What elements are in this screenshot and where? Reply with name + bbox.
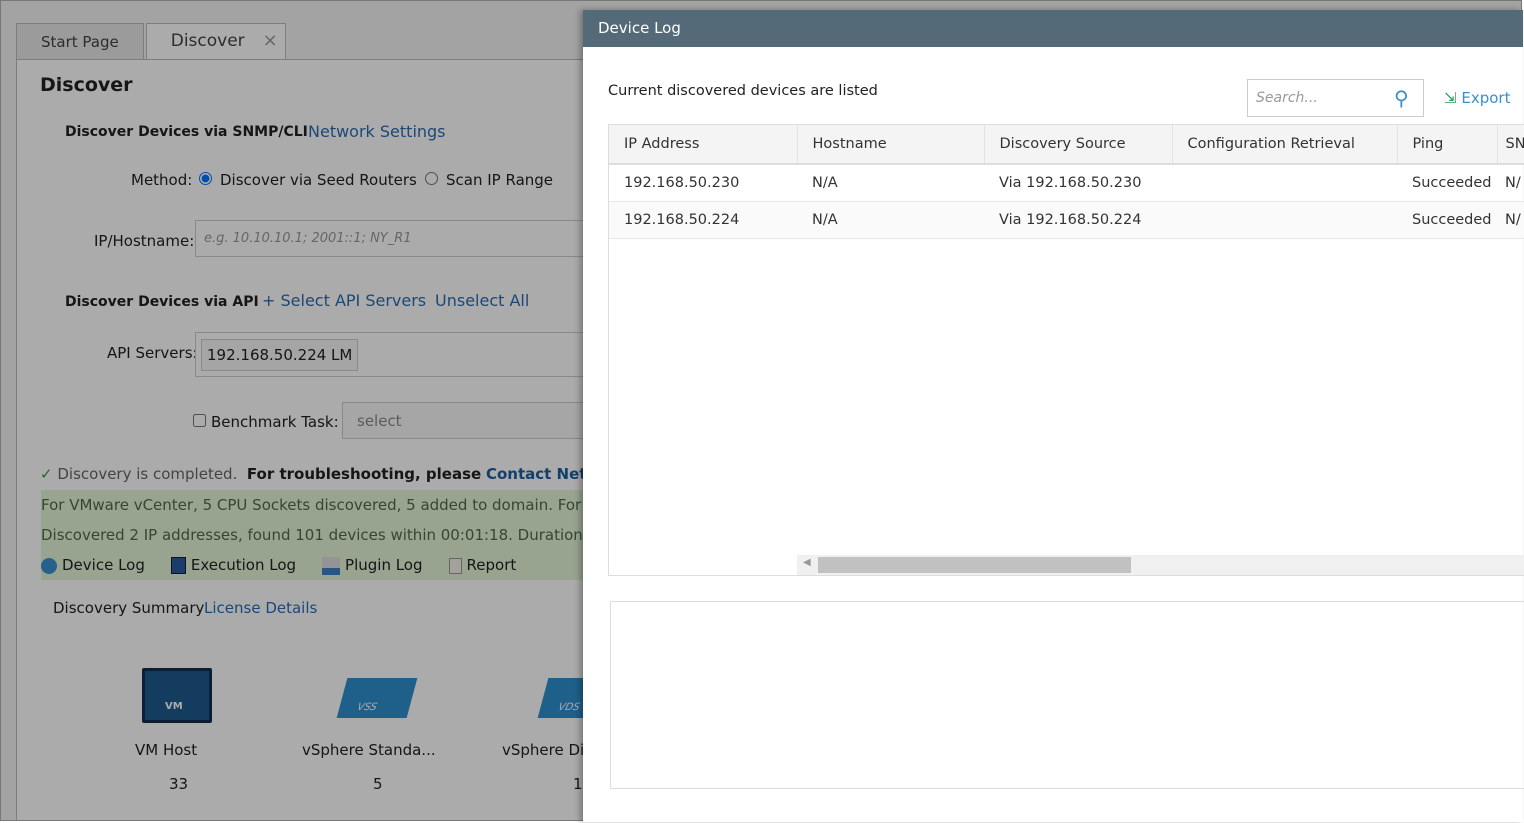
log-detail-panel: [610, 601, 1524, 789]
scroll-left-icon[interactable]: ◀: [803, 557, 811, 568]
search-placeholder: Search...: [1256, 90, 1318, 106]
cell-ip: 192.168.50.230: [609, 164, 797, 202]
cell-config: [1172, 201, 1397, 239]
cell-source: Via 192.168.50.230: [984, 164, 1172, 202]
cell-ping: Succeeded: [1397, 164, 1497, 202]
search-input[interactable]: Search... ⚲: [1247, 79, 1424, 117]
table-row[interactable]: 192.168.50.224 N/A Via 192.168.50.224 Su…: [609, 201, 1524, 239]
horizontal-scrollbar[interactable]: ◀: [797, 555, 1524, 575]
export-icon: ⇲: [1444, 89, 1457, 107]
col-config-retrieval[interactable]: Configuration Retrieval: [1172, 125, 1398, 165]
col-ip[interactable]: IP Address: [609, 125, 798, 165]
col-sn[interactable]: SN: [1497, 125, 1524, 165]
device-table: IP Address Hostname Discovery Source Con…: [608, 124, 1524, 576]
cell-ping: Succeeded: [1397, 201, 1497, 239]
scrollbar-thumb[interactable]: [818, 557, 1131, 573]
cell-hostname: N/A: [797, 201, 984, 239]
col-ping[interactable]: Ping: [1397, 125, 1498, 165]
cell-sn: N/: [1497, 164, 1524, 202]
cell-config: [1172, 164, 1397, 202]
cell-sn: N/: [1497, 201, 1524, 239]
cell-hostname: N/A: [797, 164, 984, 202]
col-discovery-source[interactable]: Discovery Source: [984, 125, 1173, 165]
dialog-title: Device Log: [583, 10, 1523, 47]
cell-source: Via 192.168.50.224: [984, 201, 1172, 239]
table-row[interactable]: 192.168.50.230 N/A Via 192.168.50.230 Su…: [609, 164, 1524, 202]
col-hostname[interactable]: Hostname: [797, 125, 985, 165]
search-icon[interactable]: ⚲: [1394, 86, 1409, 110]
device-log-dialog: Device Log Current discovered devices ar…: [583, 10, 1524, 822]
export-label: Export: [1461, 89, 1511, 107]
export-button[interactable]: ⇲ Export: [1444, 89, 1510, 107]
table-header: IP Address Hostname Discovery Source Con…: [609, 125, 1524, 165]
cell-ip: 192.168.50.224: [609, 201, 797, 239]
dialog-subtitle: Current discovered devices are listed: [608, 83, 878, 99]
